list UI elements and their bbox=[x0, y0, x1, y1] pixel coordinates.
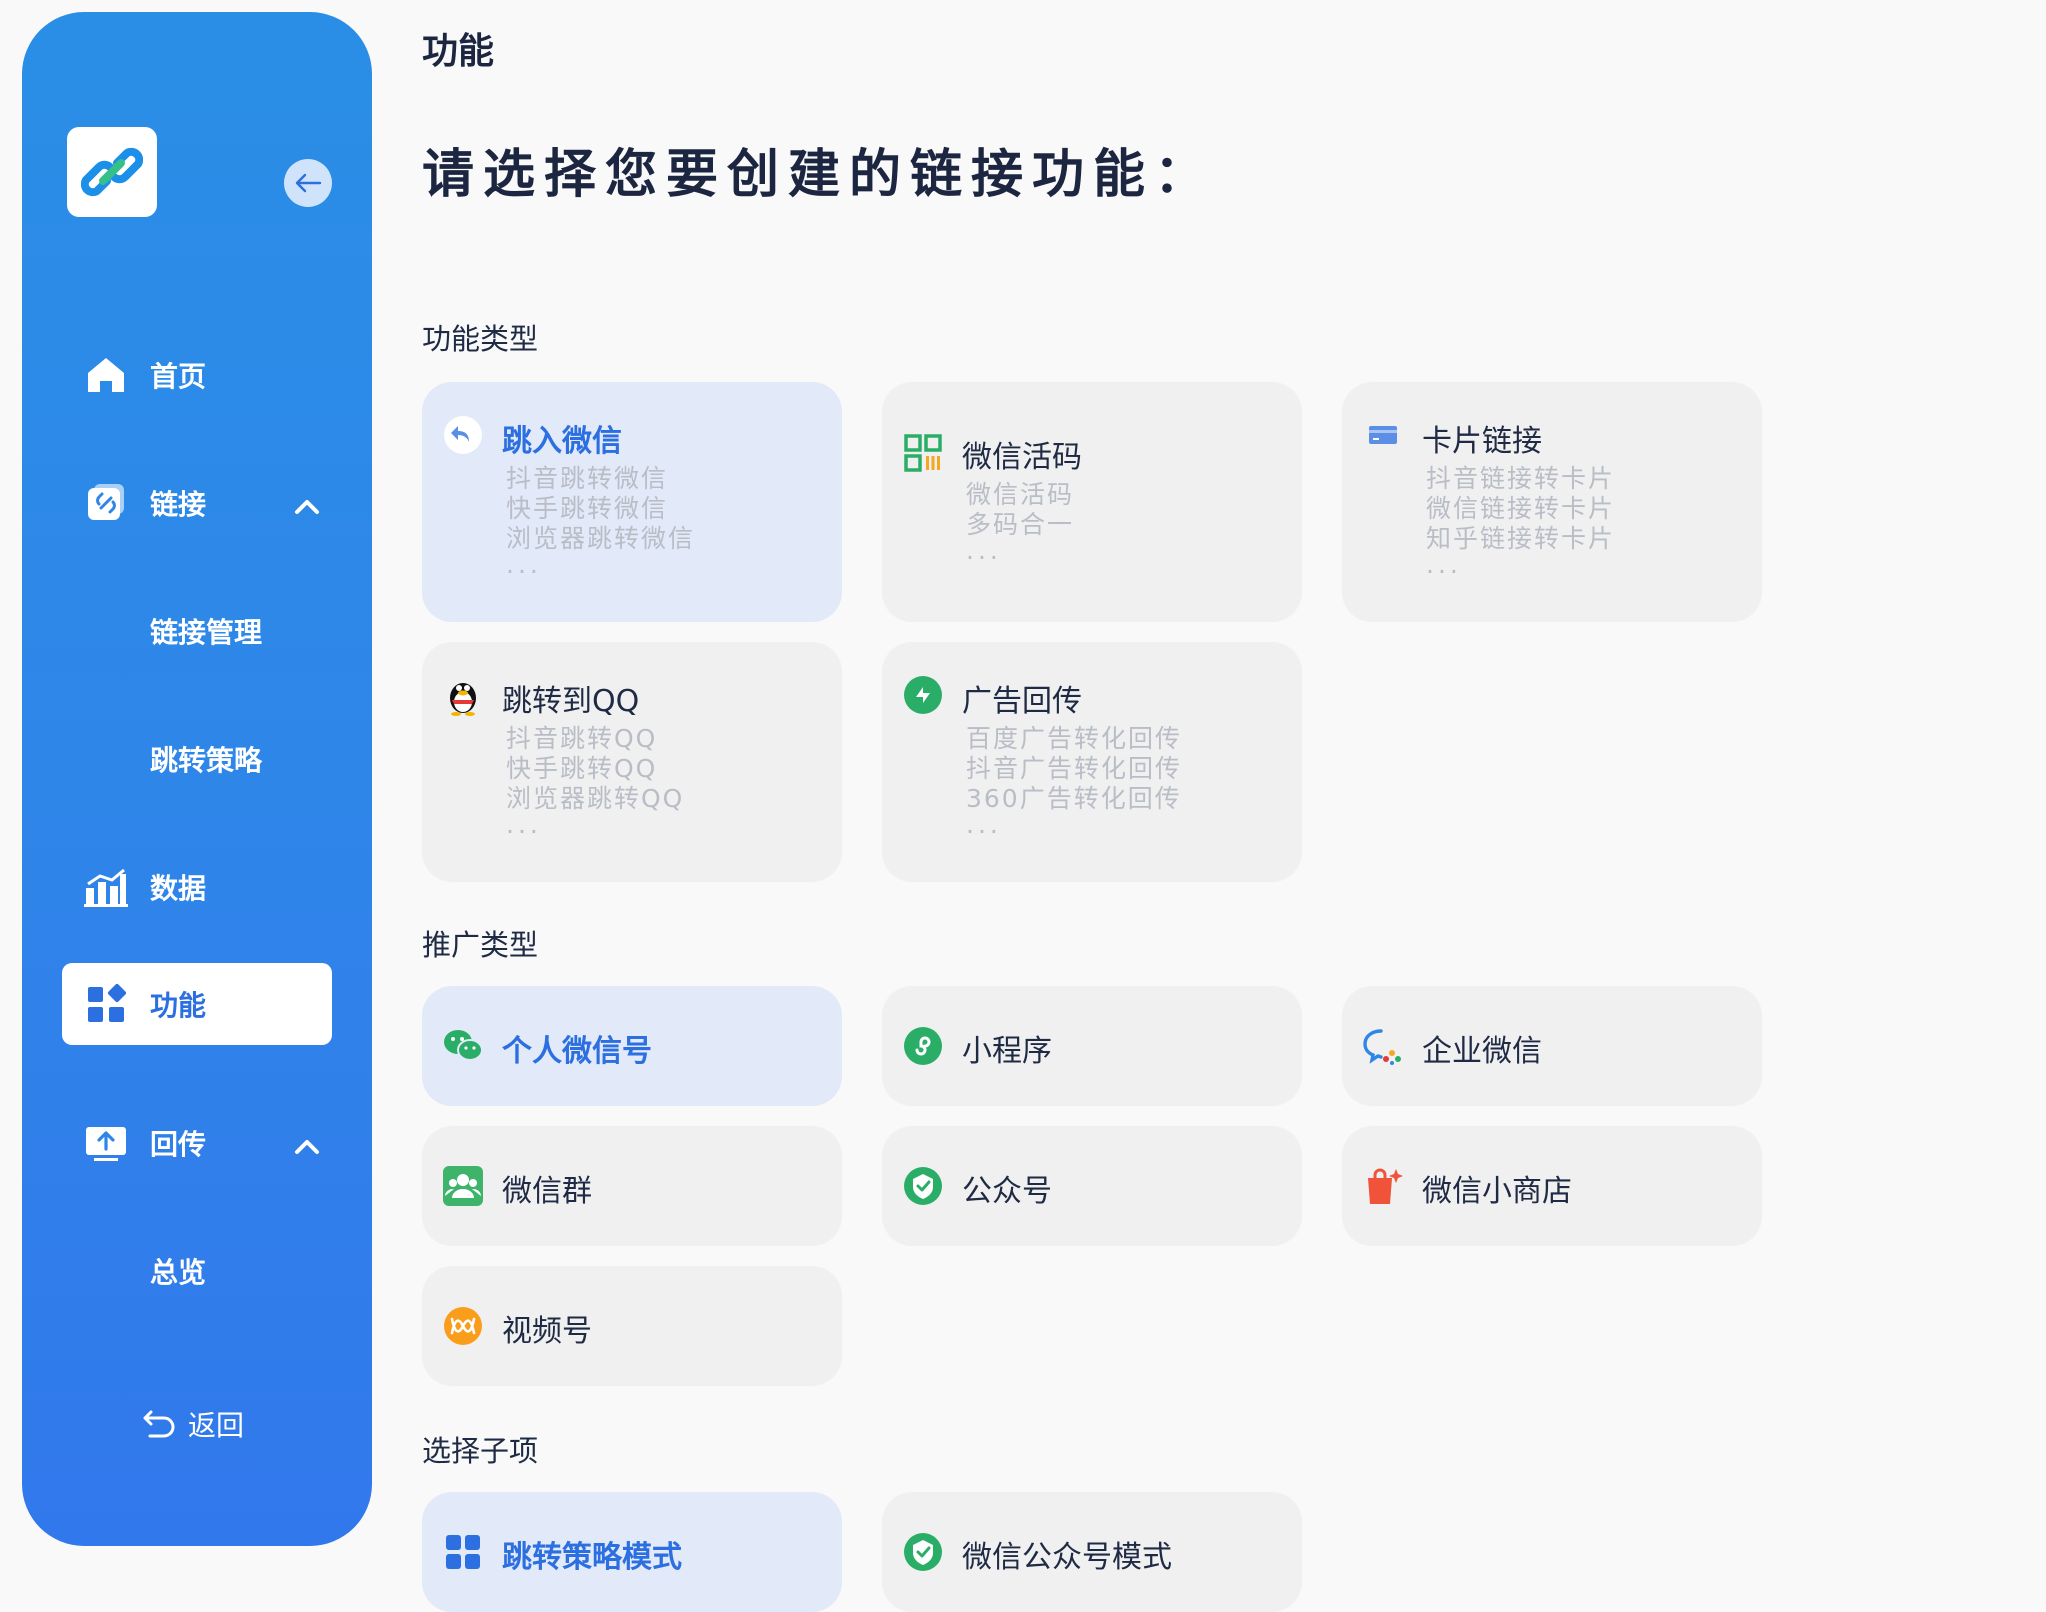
card-subs: 抖音跳转QQ 快手跳转QQ 浏览器跳转QQ ... bbox=[506, 724, 685, 839]
nav-data[interactable]: 数据 bbox=[62, 846, 332, 928]
nav-label: 跳转策略 bbox=[150, 744, 263, 777]
card-title: 微信活码 bbox=[962, 440, 1082, 475]
card-title: 广告回传 bbox=[962, 684, 1082, 719]
nav-home[interactable]: 首页 bbox=[62, 334, 332, 416]
sync-icon bbox=[902, 674, 944, 716]
widgets-icon bbox=[84, 982, 128, 1026]
page-headline: 请选择您要创建的链接功能： bbox=[422, 145, 1216, 205]
nav-label: 回传 bbox=[150, 1128, 207, 1161]
home-icon bbox=[84, 353, 128, 397]
nav-label: 总览 bbox=[150, 1256, 207, 1289]
channels-icon bbox=[442, 1305, 484, 1347]
card-title: 企业微信 bbox=[1422, 1034, 1542, 1069]
qq-penguin-icon bbox=[442, 674, 484, 716]
sidebar: 首页 链接 链接管理 跳转策略 数据 功能 回传 总览 返回 bbox=[22, 12, 372, 1546]
card-channels[interactable]: 视频号 bbox=[422, 1266, 842, 1386]
card-icon bbox=[1362, 414, 1404, 456]
verified-badge-icon bbox=[902, 1165, 944, 1207]
card-title: 视频号 bbox=[502, 1314, 592, 1349]
bar-chart-icon bbox=[84, 865, 128, 909]
link-icon bbox=[84, 481, 128, 525]
back-label: 返回 bbox=[188, 1409, 245, 1442]
nav-link-management[interactable]: 链接管理 bbox=[62, 590, 332, 672]
group-icon bbox=[442, 1165, 484, 1207]
card-title: 微信公众号模式 bbox=[962, 1540, 1172, 1575]
card-title: 跳转策略模式 bbox=[502, 1540, 682, 1575]
nav-label: 首页 bbox=[150, 360, 207, 393]
nav-label: 数据 bbox=[150, 872, 207, 905]
section-label-promo-type: 推广类型 bbox=[422, 928, 539, 962]
card-wechat-group[interactable]: 微信群 bbox=[422, 1126, 842, 1246]
card-jump-strategy-mode[interactable]: 跳转策略模式 bbox=[422, 1492, 842, 1612]
verified-badge-icon bbox=[902, 1531, 944, 1573]
collapse-sidebar-button[interactable] bbox=[284, 159, 332, 207]
shopping-bag-icon bbox=[1362, 1165, 1404, 1207]
chevron-up-icon[interactable] bbox=[294, 1129, 320, 1162]
card-ad-postback[interactable]: 广告回传 百度广告转化回传 抖音广告转化回传 360广告转化回传 ... bbox=[882, 642, 1302, 882]
app-logo[interactable] bbox=[67, 127, 157, 217]
card-official-account-mode[interactable]: 微信公众号模式 bbox=[882, 1492, 1302, 1612]
arrow-left-icon bbox=[295, 173, 322, 193]
nav-overview[interactable]: 总览 bbox=[62, 1230, 332, 1312]
mini-program-icon bbox=[902, 1025, 944, 1067]
card-personal-wechat[interactable]: 个人微信号 bbox=[422, 986, 842, 1106]
grid-icon bbox=[442, 1531, 484, 1573]
nav-jump-strategy[interactable]: 跳转策略 bbox=[62, 718, 332, 800]
card-card-link[interactable]: 卡片链接 抖音链接转卡片 微信链接转卡片 知乎链接转卡片 ... bbox=[1342, 382, 1762, 622]
link-logo-icon bbox=[81, 147, 143, 197]
card-title: 公众号 bbox=[962, 1174, 1052, 1209]
nav-label: 功能 bbox=[150, 989, 207, 1022]
card-subs: 百度广告转化回传 抖音广告转化回传 360广告转化回传 ... bbox=[966, 724, 1183, 839]
wechat-icon bbox=[442, 1025, 484, 1067]
card-enterprise-wechat[interactable]: 企业微信 bbox=[1342, 986, 1762, 1106]
card-title: 个人微信号 bbox=[502, 1034, 652, 1069]
section-label-function-type: 功能类型 bbox=[422, 322, 539, 356]
card-title: 微信群 bbox=[502, 1174, 592, 1209]
card-mini-program[interactable]: 小程序 bbox=[882, 986, 1302, 1106]
card-subs: 微信活码 多码合一 ... bbox=[966, 480, 1075, 565]
back-link[interactable]: 返回 bbox=[142, 1404, 244, 1444]
card-title: 卡片链接 bbox=[1422, 424, 1542, 459]
nav-link[interactable]: 链接 bbox=[62, 462, 332, 544]
qr-code-icon bbox=[902, 432, 944, 474]
card-jump-qq[interactable]: 跳转到QQ 抖音跳转QQ 快手跳转QQ 浏览器跳转QQ ... bbox=[422, 642, 842, 882]
card-title: 跳转到QQ bbox=[502, 684, 640, 719]
return-icon bbox=[143, 1410, 175, 1438]
card-title: 微信小商店 bbox=[1422, 1174, 1572, 1209]
card-wechat-shop[interactable]: 微信小商店 bbox=[1342, 1126, 1762, 1246]
nav-label: 链接管理 bbox=[150, 616, 263, 649]
upload-icon bbox=[84, 1121, 128, 1165]
card-subs: 抖音跳转微信 快手跳转微信 浏览器跳转微信 ... bbox=[506, 464, 696, 579]
card-title: 跳入微信 bbox=[502, 424, 622, 459]
card-official-account[interactable]: 公众号 bbox=[882, 1126, 1302, 1246]
card-wechat-live-code[interactable]: 微信活码 微信活码 多码合一 ... bbox=[882, 382, 1302, 622]
jump-arrow-icon bbox=[442, 414, 484, 456]
enterprise-wechat-icon bbox=[1362, 1025, 1404, 1067]
card-subs: 抖音链接转卡片 微信链接转卡片 知乎链接转卡片 ... bbox=[1426, 464, 1616, 579]
card-jump-wechat[interactable]: 跳入微信 抖音跳转微信 快手跳转微信 浏览器跳转微信 ... bbox=[422, 382, 842, 622]
nav-label: 链接 bbox=[150, 488, 207, 521]
nav-postback[interactable]: 回传 bbox=[62, 1102, 332, 1184]
section-label-sub-item: 选择子项 bbox=[422, 1434, 539, 1468]
page-title: 功能 bbox=[422, 31, 495, 72]
nav-function[interactable]: 功能 bbox=[62, 963, 332, 1045]
chevron-up-icon[interactable] bbox=[294, 489, 320, 522]
card-title: 小程序 bbox=[962, 1034, 1052, 1069]
